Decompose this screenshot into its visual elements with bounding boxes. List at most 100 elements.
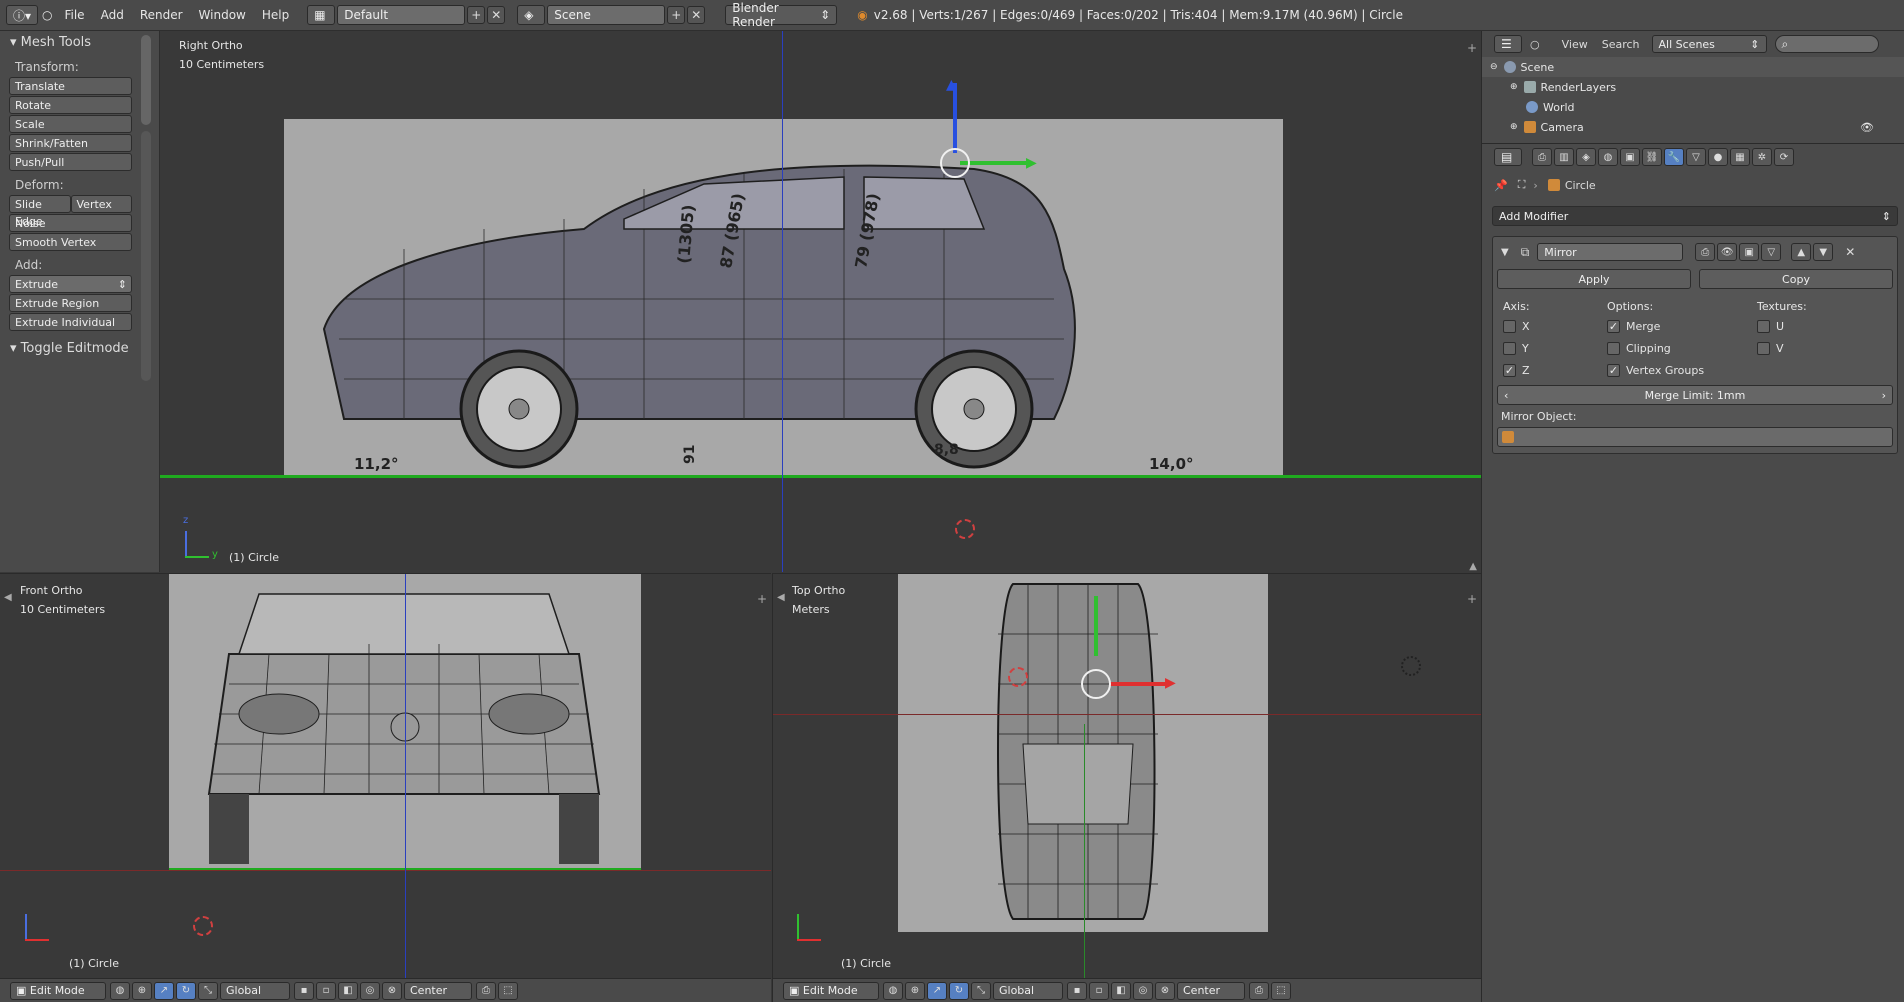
manipulator-translate-icon[interactable]: ↗ [154,981,174,1000]
modifiers-tab-icon[interactable]: 🔧 [1664,148,1684,166]
outliner-view-menu[interactable]: View [1562,38,1588,51]
snap-target-select[interactable]: Center [1177,981,1245,1000]
physics-tab-icon[interactable]: ⟳ [1774,148,1794,166]
manipulator-rotate-icon[interactable]: ↻ [176,981,196,1000]
slide-edge-button[interactable]: Slide Edge [9,195,71,228]
manipulator-translate-icon[interactable]: ↗ [927,981,947,1000]
expand-icon[interactable]: ⊖ [1490,62,1498,72]
constraints-tab-icon[interactable]: ⛓ [1642,148,1662,166]
render-icon[interactable]: ⎙ [476,981,496,1000]
axis-x-checkbox[interactable]: X [1503,315,1607,337]
edge-select-icon[interactable]: ▫ [316,981,336,1000]
pivot-point-icon[interactable]: ⊕ [132,981,152,1000]
viewport-corner-icon[interactable]: ◀ [777,592,785,603]
manipulator-scale-icon[interactable]: ⤡ [971,981,991,1000]
outliner-row-renderlayers[interactable]: ⊕ RenderLayers [1482,77,1904,97]
object-tab-icon[interactable]: ▣ [1620,148,1640,166]
toolshelf-scrollbar[interactable] [141,35,151,125]
translate-button[interactable]: Translate [9,77,132,95]
vertex-groups-checkbox[interactable]: ✓ Vertex Groups [1607,359,1757,381]
texture-u-checkbox[interactable]: U [1757,315,1857,337]
screen-layout-icon[interactable]: ▦ [307,5,336,25]
outliner-collapse-icon[interactable]: ○ [1530,38,1540,51]
transform-orientation-select[interactable]: Global [220,981,290,1000]
snap-target-select[interactable]: Center [404,981,472,1000]
scene-tab-icon[interactable]: ◈ [1576,148,1596,166]
modifier-cage-icon[interactable]: ▽ [1761,243,1782,261]
vertex-select-icon[interactable]: ▪ [1067,981,1087,1000]
right-ortho-viewport[interactable]: Right Ortho 10 Centimeters (1305) 87 (96… [160,31,1481,572]
texture-v-checkbox[interactable]: V [1757,337,1857,359]
axis-z-checkbox[interactable]: ✓ Z [1503,359,1607,381]
visibility-eye-icon[interactable]: 👁 [1860,121,1874,134]
modifier-editmode-icon[interactable]: ▣ [1739,243,1760,261]
manipulator-y-arrow[interactable] [960,161,1030,165]
viewport-shading-icon[interactable]: ◍ [110,981,130,1000]
outliner-editor-type-icon[interactable]: ☰ [1494,35,1522,53]
delete-scene-button[interactable]: ✕ [687,6,706,24]
add-modifier-select[interactable]: Add Modifier ⇕ [1492,206,1898,226]
texture-tab-icon[interactable]: ▦ [1730,148,1750,166]
viewport-plus-icon[interactable]: + [1467,592,1477,606]
info-editor-type-button[interactable]: ⓘ▾ [6,5,38,25]
extrude-individual-button[interactable]: Extrude Individual [9,313,132,331]
move-up-icon[interactable]: ▲ [1791,243,1812,261]
pivot-point-icon[interactable]: ⊕ [905,981,925,1000]
viewport-corner-icon[interactable]: ◀ [4,592,12,603]
lamp-object-icon[interactable] [1401,656,1421,676]
outliner-filter-select[interactable]: All Scenes ⇕ [1651,35,1767,53]
mesh-tools-panel-header[interactable]: ▾ Mesh Tools [0,31,159,54]
toggle-editmode-panel-header[interactable]: ▾ Toggle Editmode [0,337,159,360]
chevron-left-icon[interactable]: ‹ [1504,389,1508,402]
extrude-select[interactable]: Extrude ⇕ [9,275,132,293]
clipping-checkbox[interactable]: Clipping [1607,337,1757,359]
camera-icon[interactable]: ⬚ [498,981,518,1000]
manipulator-scale-icon[interactable]: ⤡ [198,981,218,1000]
expand-icon[interactable]: ⊕ [1510,82,1518,92]
proportional-edit-icon[interactable]: ◎ [360,981,380,1000]
shrink-fatten-button[interactable]: Shrink/Fatten [9,134,132,152]
camera-icon[interactable]: ⬚ [1271,981,1291,1000]
viewport-plus-icon[interactable]: + [757,592,767,606]
manipulator-center-circle[interactable] [1081,669,1111,699]
remove-modifier-icon[interactable]: ✕ [1845,245,1855,259]
render-tab-icon[interactable]: ⎙ [1532,148,1552,166]
menu-render[interactable]: Render [132,0,191,31]
rotate-button[interactable]: Rotate [9,96,132,114]
particles-tab-icon[interactable]: ✲ [1752,148,1772,166]
3d-cursor-icon[interactable] [955,519,975,539]
menu-window[interactable]: Window [191,0,254,31]
outliner-row-camera[interactable]: ⊕ Camera 👁 [1482,117,1904,137]
menu-collapse-icon[interactable]: ○ [38,0,56,31]
collapse-arrow-icon[interactable]: ▼ [1501,247,1509,258]
face-select-icon[interactable]: ◧ [1111,981,1131,1000]
render-layers-tab-icon[interactable]: ▥ [1554,148,1574,166]
outliner-row-world[interactable]: World [1482,97,1904,117]
snap-icon[interactable]: ⊗ [382,981,402,1000]
pin-icon[interactable]: 📌 [1494,179,1508,192]
add-layout-button[interactable]: + [467,6,486,24]
menu-help[interactable]: Help [254,0,297,31]
viewport-plus-icon[interactable]: + [1467,41,1477,55]
move-down-icon[interactable]: ▼ [1813,243,1834,261]
merge-limit-slider[interactable]: ‹ Merge Limit: 1mm › [1497,385,1893,405]
modifier-name-field[interactable]: Mirror [1537,243,1684,261]
menu-file[interactable]: File [56,0,92,31]
vertex-select-icon[interactable]: ▪ [294,981,314,1000]
copy-button[interactable]: Copy [1699,269,1893,289]
manipulator-x-arrow[interactable] [1109,682,1169,686]
front-ortho-viewport[interactable]: Front Ortho 10 Centimeters (1) Circle ◀ … [0,573,771,978]
manipulator-z-arrow[interactable] [953,83,957,153]
merge-checkbox[interactable]: ✓ Merge [1607,315,1757,337]
3d-cursor-icon[interactable] [1008,667,1028,687]
expand-icon[interactable]: ⊕ [1510,122,1518,132]
viewport-shading-icon[interactable]: ◍ [883,981,903,1000]
material-tab-icon[interactable]: ● [1708,148,1728,166]
properties-editor-type-icon[interactable]: ▤ [1494,148,1522,166]
proportional-edit-icon[interactable]: ◎ [1133,981,1153,1000]
outliner-search-input[interactable]: ⌕ [1774,35,1879,53]
push-pull-button[interactable]: Push/Pull [9,153,132,171]
3d-cursor-icon[interactable] [193,916,213,936]
world-tab-icon[interactable]: ◍ [1598,148,1618,166]
outliner-search-menu[interactable]: Search [1602,38,1640,51]
